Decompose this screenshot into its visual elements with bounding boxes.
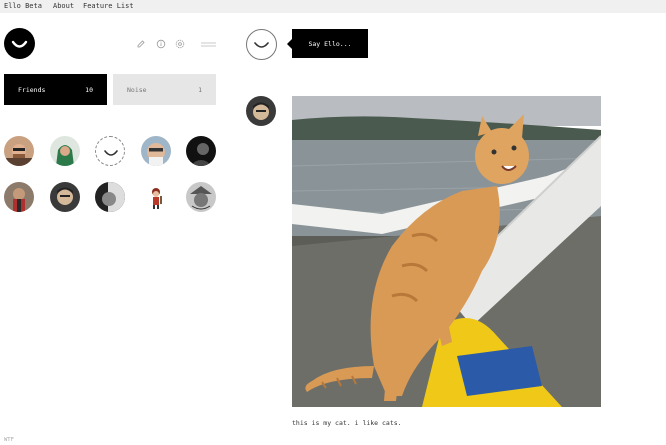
footer-wtf-link[interactable]: WTF [4, 437, 14, 443]
menu-icon[interactable] [201, 39, 216, 49]
friend-avatar-9[interactable] [141, 182, 171, 212]
friend-avatar-1[interactable] [4, 136, 34, 166]
ello-smile-icon [11, 40, 28, 48]
friend-avatar-10[interactable] [186, 182, 216, 212]
friend-avatar-3[interactable] [95, 136, 125, 166]
friend-avatar-5[interactable] [186, 136, 216, 166]
nav-brand-link[interactable]: Ello Beta [4, 2, 42, 10]
nav-feature-list-link[interactable]: Feature List [83, 2, 134, 10]
top-nav-bar: Ello Beta About Feature List [0, 0, 666, 13]
pencil-icon[interactable] [136, 39, 146, 49]
friend-avatar-6[interactable] [4, 182, 34, 212]
friend-avatar-4[interactable] [141, 136, 171, 166]
ello-smile-icon [254, 42, 269, 48]
friend-avatar-7[interactable] [50, 182, 80, 212]
current-user-avatar[interactable] [246, 29, 277, 60]
tab-friends-count: 10 [85, 85, 93, 94]
nav-about-link[interactable]: About [53, 2, 74, 10]
ello-logo[interactable] [4, 28, 35, 59]
tab-noise[interactable]: Noise 1 [113, 74, 216, 105]
tab-friends-label: Friends [18, 85, 46, 94]
post-image[interactable] [292, 96, 601, 407]
tab-friends[interactable]: Friends 10 [4, 74, 107, 105]
friend-avatar-2[interactable] [50, 136, 80, 166]
friend-avatar-8[interactable] [95, 182, 125, 212]
say-ello-button[interactable]: Say Ello... [287, 29, 368, 58]
gear-icon[interactable] [175, 39, 185, 49]
tab-noise-label: Noise [127, 85, 147, 94]
post-author-avatar[interactable] [246, 96, 276, 126]
info-icon[interactable] [156, 39, 166, 49]
tab-noise-count: 1 [198, 85, 202, 94]
post-caption: this is my cat. i like cats. [292, 419, 402, 427]
